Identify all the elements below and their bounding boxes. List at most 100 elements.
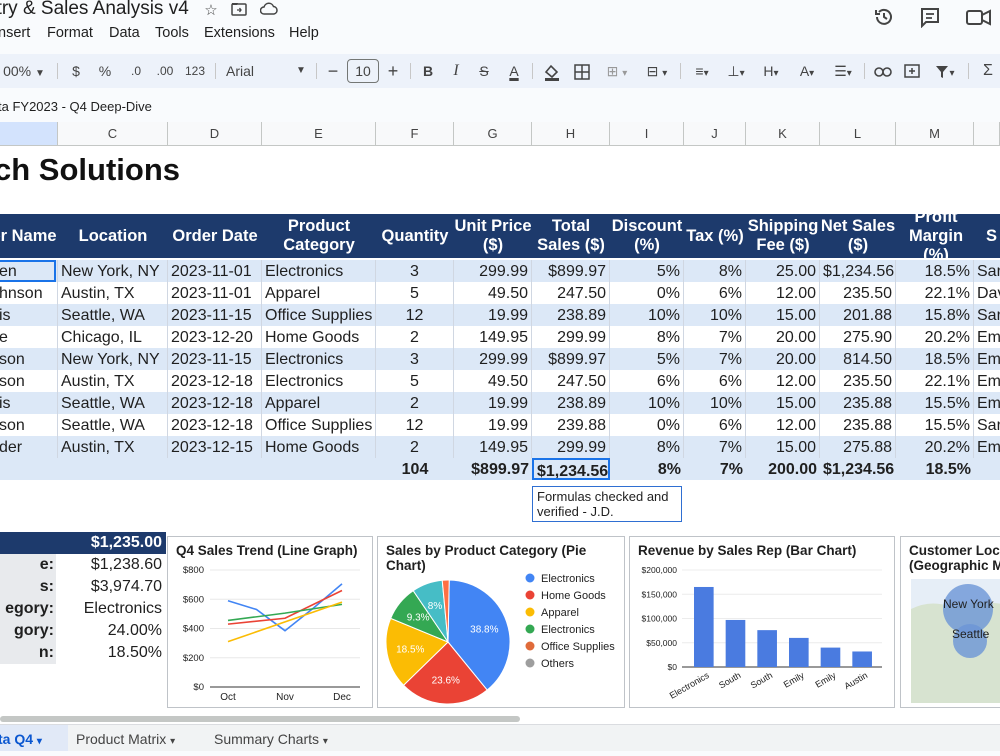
table-cell[interactable]: 235.88 <box>820 414 896 436</box>
table-cell[interactable]: 15.00 <box>746 304 820 326</box>
table-cell[interactable]: Seattle, WA <box>58 414 168 436</box>
table-cell[interactable]: Em <box>974 326 1000 348</box>
menu-format[interactable]: Format <box>47 25 93 41</box>
percent-format-button[interactable]: % <box>94 54 116 88</box>
column-header-l[interactable]: L <box>820 122 896 146</box>
menu-help[interactable]: Help <box>289 25 319 41</box>
table-cell[interactable]: hnson <box>0 282 58 304</box>
column-header-e[interactable]: E <box>262 122 376 146</box>
merge-type-icon[interactable]: ⊟ ▾ <box>638 54 676 88</box>
horizontal-align-icon[interactable]: ≡▾ <box>686 54 718 88</box>
table-cell[interactable]: 15.00 <box>746 392 820 414</box>
column-header-b[interactable] <box>0 122 58 146</box>
table-cell[interactable]: 12.00 <box>746 282 820 304</box>
table-cell[interactable]: son <box>0 348 58 370</box>
table-cell[interactable]: 239.88 <box>532 414 610 436</box>
table-cell[interactable]: 238.89 <box>532 392 610 414</box>
table-cell[interactable]: 3 <box>376 348 454 370</box>
header-sales-rep[interactable]: S <box>986 214 1000 258</box>
move-icon[interactable] <box>230 2 248 20</box>
table-cell[interactable]: 5% <box>610 260 684 282</box>
table-cell[interactable]: 2023-12-18 <box>168 370 262 392</box>
table-cell[interactable]: 19.99 <box>454 392 532 414</box>
spreadsheet-grid[interactable]: C D E F G H I J K L M ch Solutions er Na… <box>0 122 1000 724</box>
table-cell[interactable]: 3 <box>376 260 454 282</box>
table-cell[interactable]: Office Supplies <box>262 414 376 436</box>
table-cell[interactable]: 2023-12-18 <box>168 414 262 436</box>
table-cell[interactable]: 25.00 <box>746 260 820 282</box>
total-cell[interactable]: 7% <box>684 458 746 480</box>
line-chart[interactable]: Q4 Sales Trend (Line Graph) $800 $600 $400… <box>167 536 373 708</box>
header-discount[interactable]: Discount (%) <box>610 214 684 258</box>
tab-summary-charts[interactable]: Summary Charts ▾ <box>214 725 328 751</box>
table-cell[interactable]: Seattle, WA <box>58 304 168 326</box>
table-cell[interactable]: Home Goods <box>262 436 376 458</box>
font-select[interactable]: Arial ▼ <box>226 54 310 88</box>
header-quantity[interactable]: Quantity <box>376 214 454 258</box>
table-cell[interactable]: 6% <box>610 370 684 392</box>
menu-extensions[interactable]: Extensions <box>204 25 275 41</box>
borders-icon[interactable] <box>571 54 593 88</box>
table-cell[interactable]: 5 <box>376 370 454 392</box>
table-cell[interactable]: 49.50 <box>454 282 532 304</box>
table-cell[interactable]: Apparel <box>262 392 376 414</box>
table-cell[interactable]: 2023-12-20 <box>168 326 262 348</box>
header-profit-margin[interactable]: Profit Margin (%) <box>896 208 976 264</box>
table-cell[interactable]: 49.50 <box>454 370 532 392</box>
filter-icon[interactable]: ▾ <box>928 54 962 88</box>
table-cell[interactable]: 235.50 <box>820 282 896 304</box>
table-cell[interactable]: 201.88 <box>820 304 896 326</box>
table-cell[interactable]: 0% <box>610 282 684 304</box>
column-header-j[interactable]: J <box>684 122 746 146</box>
header-location[interactable]: Location <box>58 214 168 258</box>
table-cell[interactable]: 8% <box>684 260 746 282</box>
text-color-button[interactable]: A <box>503 54 525 88</box>
table-cell[interactable]: 2023-11-01 <box>168 260 262 282</box>
insert-comment-icon[interactable] <box>900 54 924 88</box>
table-cell[interactable]: Em <box>974 392 1000 414</box>
table-cell[interactable]: 19.99 <box>454 304 532 326</box>
table-cell[interactable]: 22.1% <box>896 282 974 304</box>
menu-tools[interactable]: Tools <box>155 25 189 41</box>
header-tax[interactable]: Tax (%) <box>684 214 746 258</box>
currency-format-button[interactable]: $ <box>66 54 86 88</box>
summary-value[interactable]: $3,974.70 <box>58 576 162 598</box>
table-cell[interactable]: 12 <box>376 414 454 436</box>
table-cell[interactable]: 2 <box>376 436 454 458</box>
cell-note[interactable]: Formulas checked and verified - J.D. <box>532 486 682 522</box>
table-cell[interactable]: 2 <box>376 326 454 348</box>
number-format-button[interactable]: 123 <box>182 54 208 88</box>
table-cell[interactable]: 8% <box>610 326 684 348</box>
table-cell[interactable]: is <box>0 392 58 414</box>
total-cell[interactable]: 200.00 <box>746 458 820 480</box>
summary-value[interactable]: 18.50% <box>58 642 162 664</box>
table-cell[interactable]: Apparel <box>262 282 376 304</box>
total-cell[interactable]: $899.97 <box>454 458 532 480</box>
horizontal-scrollbar[interactable] <box>0 716 520 722</box>
table-cell[interactable]: 149.95 <box>454 326 532 348</box>
fill-color-icon[interactable] <box>541 54 563 88</box>
tab-product-matrix[interactable]: Product Matrix ▾ <box>76 725 175 751</box>
header-unit-price[interactable]: Unit Price ($) <box>454 214 532 258</box>
table-cell[interactable]: $1,234.56 <box>820 260 896 282</box>
meet-icon[interactable] <box>964 6 991 32</box>
table-cell[interactable]: is <box>0 304 58 326</box>
vertical-align-icon[interactable]: ⊥▾ <box>720 54 752 88</box>
table-cell[interactable]: Electronics <box>262 260 376 282</box>
table-cell[interactable]: 238.89 <box>532 304 610 326</box>
table-cell[interactable]: 5 <box>376 282 454 304</box>
total-cell[interactable]: $1,234.56 <box>820 458 896 480</box>
text-wrap-icon[interactable]: H▾ <box>755 54 787 88</box>
table-cell[interactable]: Em <box>974 436 1000 458</box>
table-cell[interactable]: 8% <box>610 436 684 458</box>
table-cell[interactable]: 12.00 <box>746 370 820 392</box>
italic-button[interactable]: I <box>445 54 467 88</box>
table-cell[interactable]: 10% <box>684 304 746 326</box>
table-cell[interactable]: son <box>0 414 58 436</box>
column-header-h[interactable]: H <box>532 122 610 146</box>
table-cell[interactable]: 7% <box>684 436 746 458</box>
summary-value[interactable]: Electronics <box>58 598 162 620</box>
column-header-c[interactable]: C <box>58 122 168 146</box>
link-icon[interactable] <box>870 54 896 88</box>
column-header-g[interactable]: G <box>454 122 532 146</box>
